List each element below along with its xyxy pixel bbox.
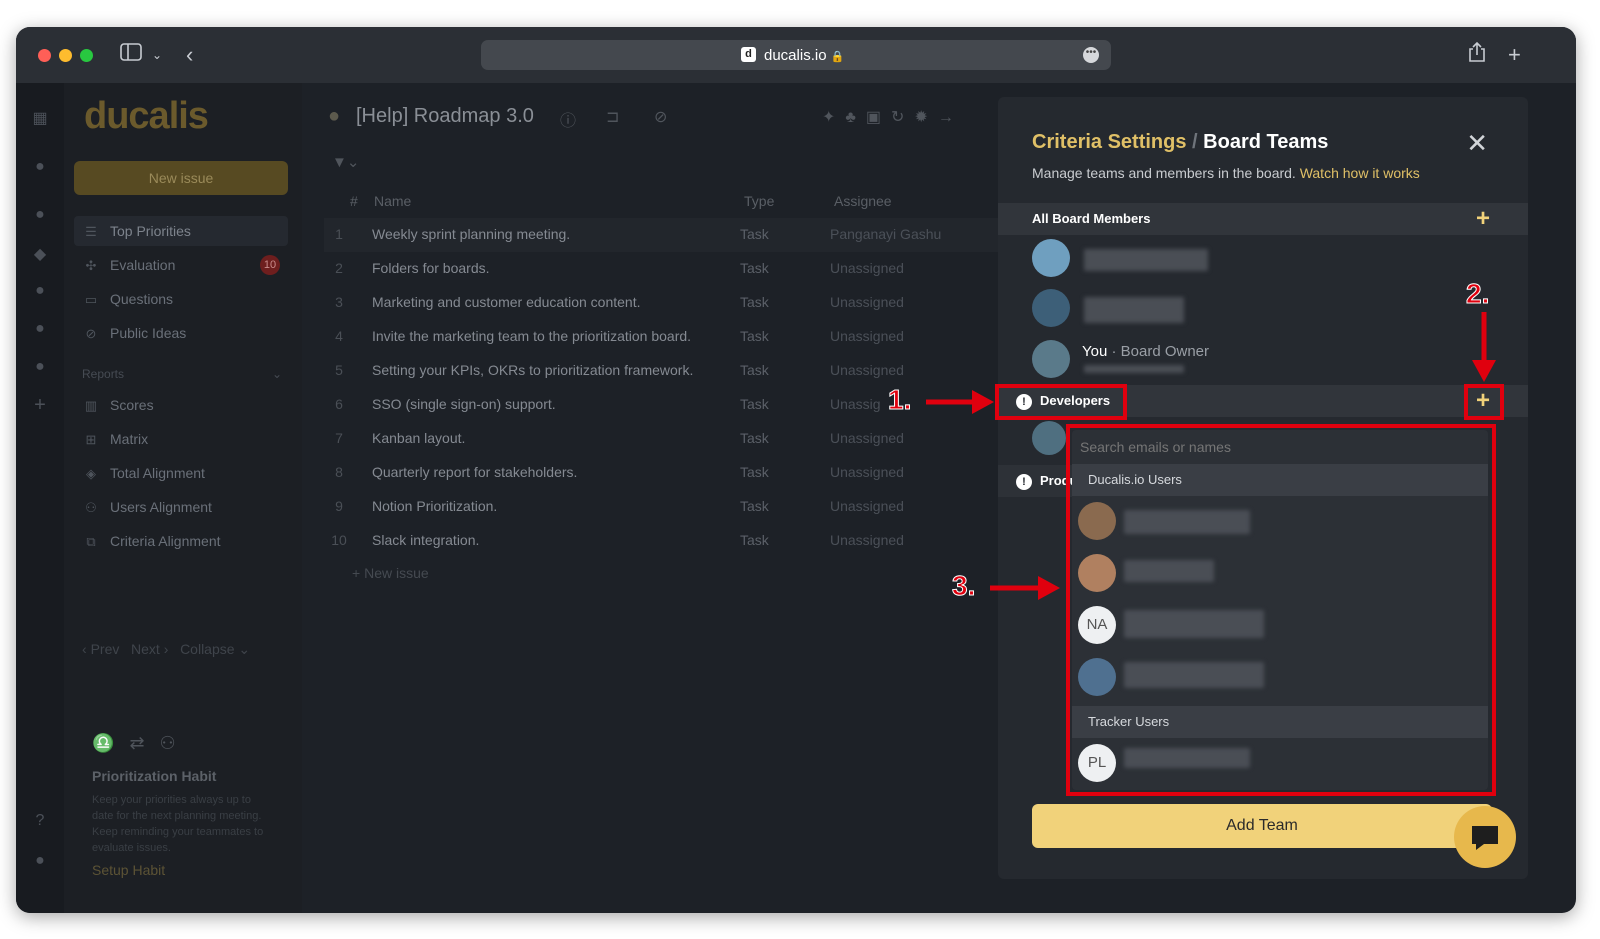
arrow-down-icon — [1472, 312, 1496, 382]
arrow-right-icon — [926, 390, 994, 414]
annotation-arrows — [926, 312, 1496, 600]
arrow-right-icon — [990, 576, 1060, 600]
